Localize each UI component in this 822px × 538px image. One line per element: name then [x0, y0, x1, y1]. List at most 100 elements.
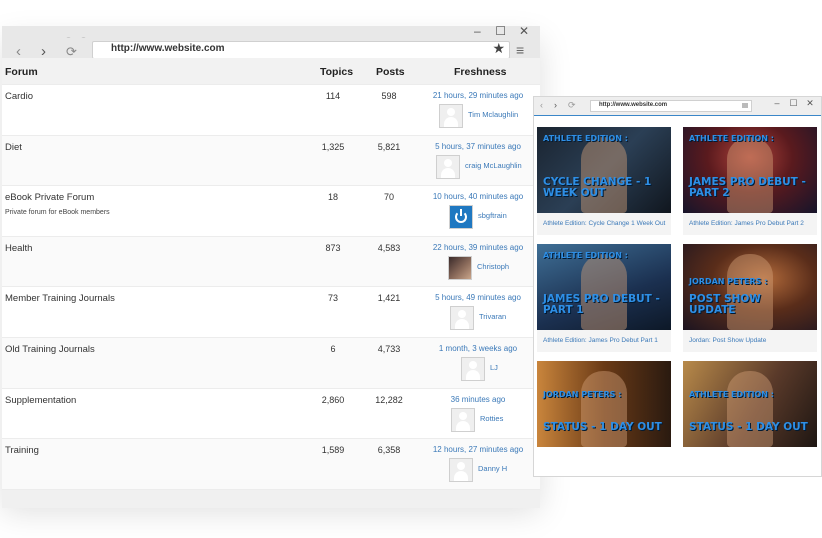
- address-bar[interactable]: http://www.website.com ★: [92, 40, 510, 59]
- table-row: Supplementation 2,860 12,282 36 minutes …: [2, 387, 540, 439]
- table-row: Health 873 4,583 22 hours, 39 minutes ag…: [2, 235, 540, 287]
- video-card[interactable]: ATHLETE EDITION : CYCLE CHANGE - 1 WEEK …: [537, 127, 671, 235]
- window-controls: – ☐ ✕: [770, 98, 817, 109]
- forum-name-link[interactable]: Training: [5, 445, 39, 456]
- table-row: eBook Private Forum Private forum for eB…: [2, 185, 540, 236]
- athlete-figure: [727, 137, 773, 213]
- freshness-link[interactable]: 21 hours, 29 minutes ago: [420, 91, 536, 100]
- menu-icon[interactable]: ≡: [516, 42, 524, 58]
- username-link[interactable]: Danny H: [478, 464, 507, 473]
- video-card[interactable]: JORDAN PETERS : STATUS - 1 DAY OUT: [537, 361, 671, 447]
- video-card[interactable]: JORDAN PETERS : POST SHOW UPDATE Jordan:…: [683, 244, 817, 352]
- thumbnail-series: ATHLETE EDITION :: [543, 251, 628, 260]
- table-row: Member Training Journals 73 1,421 5 hour…: [2, 286, 540, 337]
- table-header: Forum Topics Posts Freshness: [2, 58, 540, 84]
- posts-count: 4,583: [377, 242, 401, 253]
- thumbnail-series: ATHLETE EDITION :: [543, 134, 628, 143]
- athlete-figure: [581, 371, 627, 447]
- forum-name-link[interactable]: Old Training Journals: [5, 344, 95, 355]
- reload-icon[interactable]: ⟳: [568, 100, 576, 111]
- close-icon[interactable]: ✕: [803, 98, 817, 109]
- topics-count: 873: [325, 242, 341, 253]
- forum-name-link[interactable]: Health: [5, 243, 32, 254]
- freshness-link[interactable]: 12 hours, 27 minutes ago: [420, 445, 536, 454]
- thumbnail-title: CYCLE CHANGE - 1 WEEK OUT: [543, 175, 652, 199]
- video-thumbnail[interactable]: ATHLETE EDITION : JAMES PRO DEBUT - PART…: [537, 244, 671, 330]
- username-link[interactable]: Rotties: [480, 414, 503, 423]
- table-row: Cardio 114 598 21 hours, 29 minutes ago …: [2, 84, 540, 135]
- username-link[interactable]: Trivaran: [479, 312, 506, 321]
- forum-name-link[interactable]: Diet: [5, 142, 22, 153]
- video-thumbnail[interactable]: ATHLETE EDITION : STATUS - 1 DAY OUT: [683, 361, 817, 447]
- minimize-icon[interactable]: –: [467, 25, 487, 37]
- photo-avatar-icon[interactable]: [448, 255, 472, 280]
- username-link[interactable]: craig McLaughlin: [465, 161, 522, 170]
- video-thumbnail[interactable]: ATHLETE EDITION : CYCLE CHANGE - 1 WEEK …: [537, 127, 671, 213]
- page-icon[interactable]: [742, 103, 748, 108]
- username-link[interactable]: sbgftrain: [478, 211, 507, 220]
- video-card[interactable]: ATHLETE EDITION : JAMES PRO DEBUT - PART…: [537, 244, 671, 352]
- athlete-figure: [581, 254, 627, 330]
- forum-name-link[interactable]: Cardio: [5, 91, 33, 102]
- default-avatar-icon[interactable]: [451, 407, 475, 432]
- posts-count: 6,358: [377, 445, 401, 456]
- maximize-icon[interactable]: ☐: [491, 25, 511, 37]
- default-avatar-icon[interactable]: [461, 356, 485, 381]
- forum-browser-window: – ☐ ✕ ‹ › ⟳ http://www.website.com ★ ≡ F…: [2, 25, 540, 508]
- video-thumbnail[interactable]: ATHLETE EDITION : JAMES PRO DEBUT - PART…: [683, 127, 817, 213]
- freshness-link[interactable]: 22 hours, 39 minutes ago: [420, 243, 536, 252]
- freshness-link[interactable]: 1 month, 3 weeks ago: [420, 344, 536, 353]
- video-card[interactable]: ATHLETE EDITION : STATUS - 1 DAY OUT: [683, 361, 817, 447]
- freshness-link[interactable]: 5 hours, 49 minutes ago: [420, 293, 536, 302]
- maximize-icon[interactable]: ☐: [786, 98, 800, 109]
- default-avatar-icon[interactable]: [450, 306, 474, 331]
- address-bar[interactable]: http://www.website.com: [590, 100, 752, 112]
- default-avatar-icon[interactable]: [439, 104, 463, 128]
- video-thumbnail[interactable]: JORDAN PETERS : STATUS - 1 DAY OUT: [537, 361, 671, 447]
- video-caption-link[interactable]: Athlete Edition: James Pro Debut Part 1: [537, 330, 671, 352]
- table-row: Old Training Journals 6 4,733 1 month, 3…: [2, 336, 540, 388]
- posts-count: 5,821: [377, 141, 401, 152]
- close-icon[interactable]: ✕: [514, 25, 534, 37]
- video-caption-link[interactable]: Jordan: Post Show Update: [683, 330, 817, 352]
- thumbnail-title: STATUS - 1 DAY OUT: [543, 420, 662, 433]
- power-avatar-icon[interactable]: [449, 205, 473, 230]
- url-text[interactable]: http://www.website.com: [599, 102, 667, 108]
- username-link[interactable]: Christoph: [477, 262, 509, 271]
- topics-count: 18: [327, 192, 338, 203]
- athlete-figure: [727, 371, 773, 447]
- freshness-link[interactable]: 36 minutes ago: [420, 395, 536, 404]
- forum-name-link[interactable]: eBook Private Forum: [5, 192, 94, 203]
- thumbnail-title: JAMES PRO DEBUT - PART 1: [543, 292, 660, 316]
- back-icon[interactable]: ‹: [540, 100, 543, 110]
- table-row: Diet 1,325 5,821 5 hours, 37 minutes ago…: [2, 134, 540, 186]
- forum-name-link[interactable]: Member Training Journals: [5, 293, 115, 304]
- forward-icon[interactable]: ›: [554, 100, 557, 110]
- athlete-figure: [581, 137, 627, 213]
- url-text[interactable]: http://www.website.com: [111, 43, 225, 54]
- browser-toolbar: ‹ › ⟳ http://www.website.com – ☐ ✕: [534, 97, 821, 116]
- video-browser-window: ‹ › ⟳ http://www.website.com – ☐ ✕ ATHLE…: [533, 96, 822, 477]
- posts-count: 4,733: [377, 343, 401, 354]
- posts-count: 12,282: [375, 394, 403, 405]
- default-avatar-icon[interactable]: [449, 458, 473, 483]
- thumbnail-series: ATHLETE EDITION :: [689, 390, 774, 399]
- bookmark-star-icon[interactable]: ★: [492, 40, 505, 57]
- video-caption-link[interactable]: Athlete Edition: James Pro Debut Part 2: [683, 213, 817, 235]
- topics-count: 1,589: [321, 445, 345, 456]
- default-avatar-icon[interactable]: [436, 154, 460, 179]
- video-caption-link[interactable]: Athlete Edition: Cycle Change 1 Week Out: [537, 213, 671, 235]
- minimize-icon[interactable]: –: [770, 98, 784, 108]
- freshness-link[interactable]: 10 hours, 40 minutes ago: [420, 192, 536, 201]
- topics-count: 2,860: [321, 394, 345, 405]
- posts-count: 598: [381, 91, 397, 101]
- forum-name-link[interactable]: Supplementation: [5, 395, 76, 406]
- video-card[interactable]: ATHLETE EDITION : JAMES PRO DEBUT - PART…: [683, 127, 817, 235]
- window-controls: – ☐ ✕: [467, 25, 534, 37]
- freshness-link[interactable]: 5 hours, 37 minutes ago: [420, 142, 536, 151]
- video-thumbnail[interactable]: JORDAN PETERS : POST SHOW UPDATE: [683, 244, 817, 330]
- thumbnail-series: JORDAN PETERS :: [543, 390, 622, 399]
- forum-table: Forum Topics Posts Freshness Cardio 114 …: [2, 58, 540, 508]
- username-link[interactable]: Tim Mclaughlin: [468, 110, 518, 119]
- username-link[interactable]: LJ: [490, 363, 498, 372]
